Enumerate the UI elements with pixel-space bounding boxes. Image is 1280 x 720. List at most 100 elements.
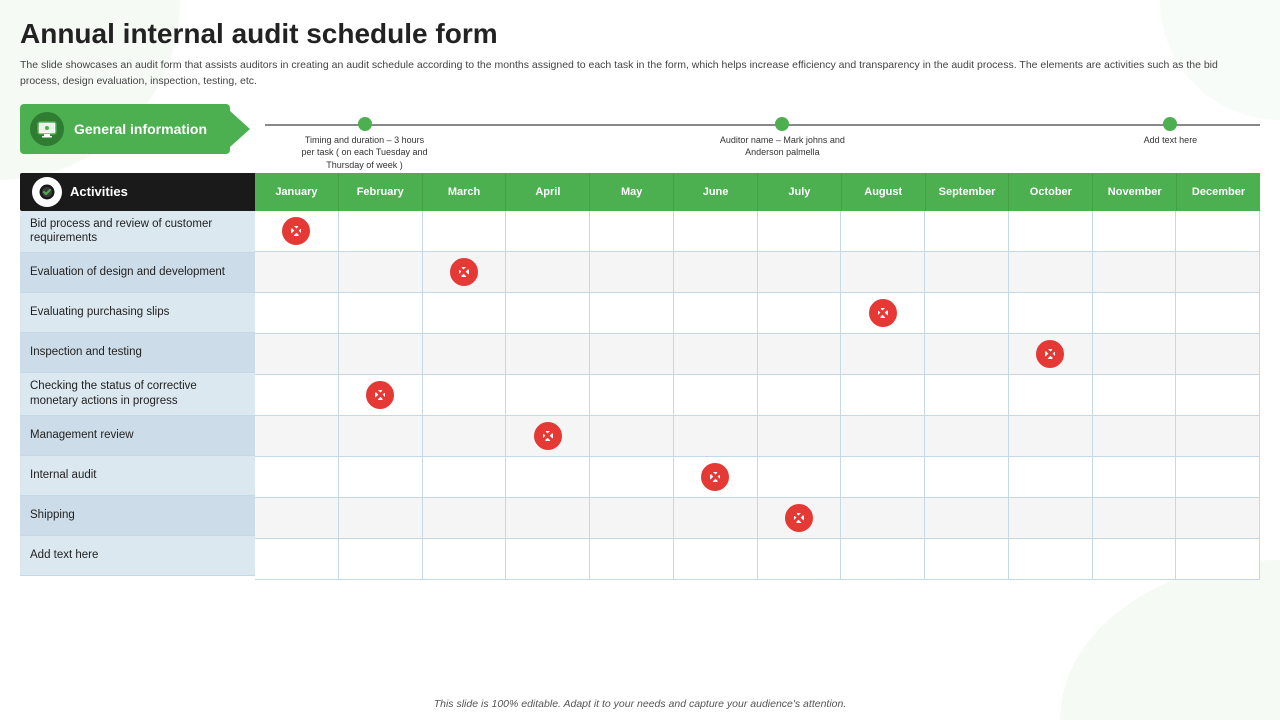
grid-cell — [339, 252, 423, 292]
grid-cell — [674, 293, 758, 333]
grid-cell — [590, 293, 674, 333]
grid-cell — [339, 375, 423, 415]
grid-cell — [506, 416, 590, 456]
grid-cell — [590, 211, 674, 251]
activity-row: Evaluating purchasing slips — [20, 293, 255, 333]
grid-cell — [423, 211, 507, 251]
grid-row — [255, 539, 1260, 580]
grid-cell — [255, 457, 339, 497]
grid-cell — [758, 375, 842, 415]
grid-cell — [1176, 457, 1260, 497]
main-content: Annual internal audit schedule form The … — [0, 0, 1280, 720]
grid-cell — [758, 211, 842, 251]
month-header-november: November — [1093, 173, 1177, 211]
grid-cell — [423, 334, 507, 374]
activity-row: Inspection and testing — [20, 333, 255, 373]
footer-note: This slide is 100% editable. Adapt it to… — [0, 698, 1280, 710]
grid-cell — [841, 498, 925, 538]
x-mark — [869, 299, 897, 327]
grid-cell — [339, 416, 423, 456]
grid-cell — [674, 457, 758, 497]
month-header-may: May — [590, 173, 674, 211]
grid-cell — [674, 334, 758, 374]
grid-cell — [758, 252, 842, 292]
grid-cell — [1093, 293, 1177, 333]
grid-cell — [841, 539, 925, 579]
activities-header-label: Activities — [70, 184, 128, 199]
x-mark — [534, 422, 562, 450]
grid-cell — [841, 416, 925, 456]
grid-row — [255, 457, 1260, 498]
grid-cell — [674, 211, 758, 251]
grid-cell — [674, 375, 758, 415]
grid-cell — [1176, 416, 1260, 456]
grid-cell — [1093, 416, 1177, 456]
grid-row — [255, 293, 1260, 334]
grid-cell — [506, 211, 590, 251]
page-subtitle: The slide showcases an audit form that a… — [20, 58, 1240, 90]
grid-cell — [1176, 293, 1260, 333]
grid-cell — [841, 293, 925, 333]
grid-cell — [925, 334, 1009, 374]
grid-cell — [758, 334, 842, 374]
grid-cell — [506, 539, 590, 579]
grid-cell — [423, 293, 507, 333]
grid-cell — [339, 334, 423, 374]
grid-cell — [1176, 375, 1260, 415]
activity-row: Add text here — [20, 536, 255, 576]
timeline-dot-1 — [358, 117, 372, 131]
grid-cell — [841, 334, 925, 374]
timeline-label-2: Auditor name – Mark johns and Anderson p… — [717, 134, 847, 159]
grid-cell — [255, 498, 339, 538]
months-grid: JanuaryFebruaryMarchAprilMayJuneJulyAugu… — [255, 173, 1260, 580]
grid-cell — [841, 457, 925, 497]
grid-cell — [1009, 211, 1093, 251]
x-mark — [701, 463, 729, 491]
grid-cell — [674, 416, 758, 456]
grid-cell — [423, 416, 507, 456]
grid-cell — [1093, 539, 1177, 579]
activities-header: Activities — [20, 173, 255, 211]
grid-row — [255, 334, 1260, 375]
grid-cell — [590, 498, 674, 538]
grid-cell — [1093, 457, 1177, 497]
x-mark — [282, 217, 310, 245]
grid-cell — [925, 375, 1009, 415]
grid-cell — [506, 252, 590, 292]
grid-cell — [506, 498, 590, 538]
grid-cell — [506, 375, 590, 415]
x-mark — [450, 258, 478, 286]
grid-cell — [674, 252, 758, 292]
grid-cell — [590, 334, 674, 374]
month-header-december: December — [1177, 173, 1260, 211]
grid-cell — [758, 293, 842, 333]
grid-cell — [925, 211, 1009, 251]
grid-cell — [339, 457, 423, 497]
grid-cell — [255, 252, 339, 292]
grid-cell — [1093, 498, 1177, 538]
grid-cell — [1009, 252, 1093, 292]
grid-cell — [255, 334, 339, 374]
grid-cell — [1009, 539, 1093, 579]
grid-cell — [1009, 375, 1093, 415]
grid-cell — [1093, 334, 1177, 374]
x-mark — [1036, 340, 1064, 368]
grid-cell — [1176, 498, 1260, 538]
activities-list: Bid process and review of customer requi… — [20, 211, 255, 577]
grid-cell — [674, 539, 758, 579]
grid-cell — [1176, 252, 1260, 292]
grid-cell — [925, 252, 1009, 292]
timeline-dot-3 — [1163, 117, 1177, 131]
grid-cell — [590, 539, 674, 579]
grid-cell — [423, 375, 507, 415]
grid-cell — [841, 211, 925, 251]
grid-cell — [841, 375, 925, 415]
month-header-february: February — [339, 173, 423, 211]
x-mark — [366, 381, 394, 409]
grid-row — [255, 211, 1260, 252]
general-info-bar: General information — [20, 104, 230, 154]
activity-row: Checking the status of corrective moneta… — [20, 373, 255, 416]
grid-cell — [590, 416, 674, 456]
grid-cell — [1093, 252, 1177, 292]
grid-row — [255, 498, 1260, 539]
